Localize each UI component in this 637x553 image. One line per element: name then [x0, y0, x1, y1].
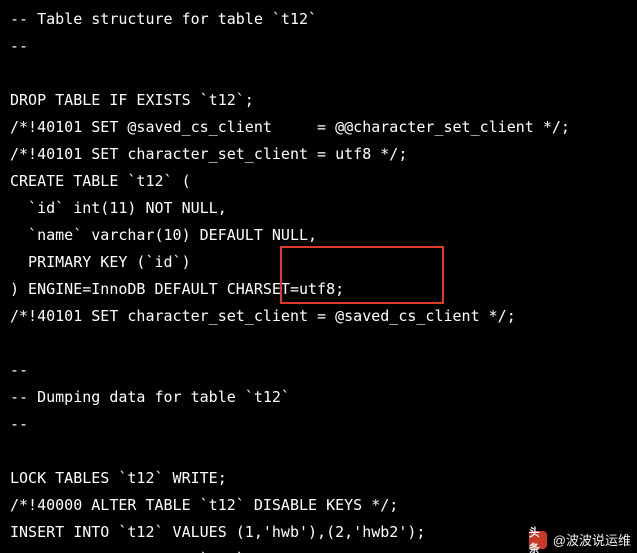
watermark: 头条 @波波说运维	[529, 530, 631, 549]
watermark-handle: @波波说运维	[553, 530, 631, 549]
toutiao-logo-icon: 头条	[529, 531, 547, 549]
sql-code-block: -- Table structure for table `t12` -- DR…	[0, 0, 637, 553]
